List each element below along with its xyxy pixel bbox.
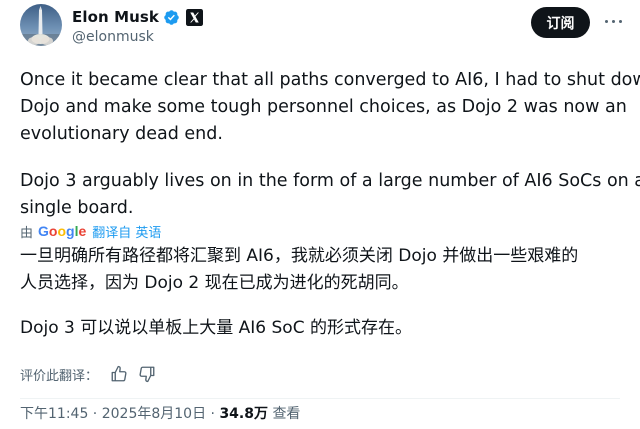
- rate-translation: 评价此翻译：: [20, 363, 156, 385]
- translated-by-label: 由: [20, 225, 34, 241]
- more-options-icon[interactable]: [604, 14, 624, 30]
- translated-from-link[interactable]: 翻译自 英语: [92, 222, 161, 241]
- meta-separator: ·: [88, 406, 102, 422]
- post-time[interactable]: 下午11:45: [20, 406, 88, 422]
- meta-separator: ·: [206, 406, 220, 422]
- post-paragraph-2: Dojo 3 arguably lives on in the form of …: [20, 168, 640, 222]
- rocket-launch-icon: [20, 6, 62, 46]
- post-date[interactable]: 2025年8月10日: [102, 406, 206, 422]
- thumbs-down-icon[interactable]: [138, 365, 156, 383]
- x-logo-icon: [186, 8, 204, 26]
- translation-paragraph-2: Dojo 3 可以说以单板上大量 AI6 SoC 的形式存在。: [20, 315, 412, 342]
- google-logo: Google: [38, 223, 87, 239]
- post-line: Dojo 3 arguably lives on in the form of …: [20, 171, 640, 191]
- subscribe-button[interactable]: 订阅: [531, 7, 590, 38]
- translation-paragraph-1: 一旦明确所有路径都将汇聚到 AI6，我就必须关闭 Dojo 并做出一些艰难的 人…: [20, 243, 578, 297]
- author-handle[interactable]: @elonmusk: [72, 29, 154, 45]
- views-label: 查看: [272, 406, 301, 422]
- author-name-row: Elon Musk: [72, 7, 204, 27]
- avatar[interactable]: [20, 4, 62, 46]
- post-line: Once it became clear that all paths conv…: [20, 70, 640, 90]
- verified-badge-icon: [164, 9, 179, 25]
- translation-line: 人员选择，因为 Dojo 2 现在已成为进化的死胡同。: [20, 273, 409, 293]
- author-name[interactable]: Elon Musk: [72, 8, 159, 26]
- rate-translation-label: 评价此翻译：: [20, 368, 99, 384]
- post-paragraph-1: Once it became clear that all paths conv…: [20, 67, 640, 148]
- post-line: evolutionary dead end.: [20, 124, 223, 144]
- post-line: Dojo and make some tough personnel choic…: [20, 97, 627, 117]
- translation-line: Dojo 3 可以说以单板上大量 AI6 SoC 的形式存在。: [20, 318, 412, 338]
- post-meta: 下午11:45 · 2025年8月10日 · 34.8万 查看: [20, 403, 300, 423]
- view-count: 34.8万: [219, 406, 268, 422]
- translated-by: 由 Google 翻译自 英语: [20, 222, 161, 241]
- post-line: single board.: [20, 198, 134, 218]
- post-header: Elon Musk @elonmusk 订阅: [0, 0, 640, 56]
- thumbs-up-icon[interactable]: [110, 365, 128, 383]
- divider: [20, 398, 620, 399]
- translation-line: 一旦明确所有路径都将汇聚到 AI6，我就必须关闭 Dojo 并做出一些艰难的: [20, 246, 579, 266]
